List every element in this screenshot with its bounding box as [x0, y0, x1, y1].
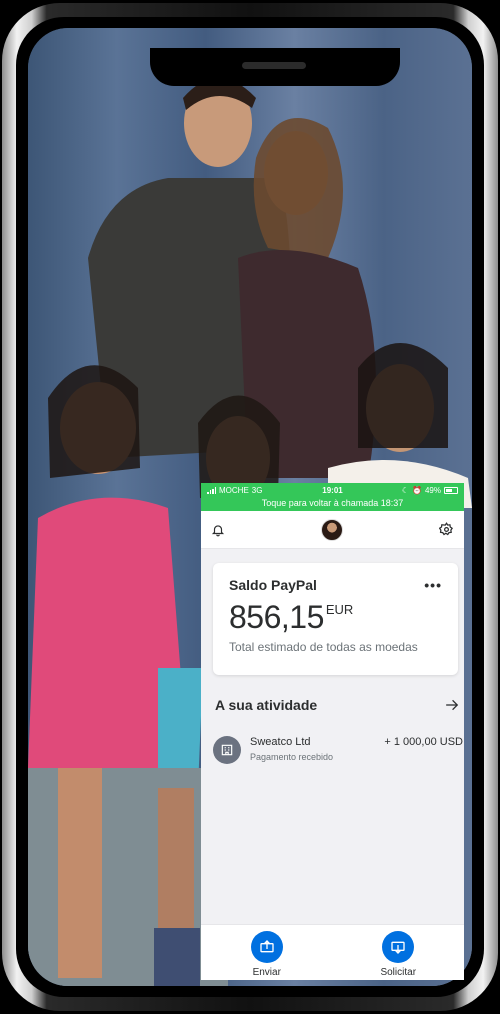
building-icon [213, 736, 241, 764]
phone-notch [150, 48, 400, 86]
arrow-right-icon[interactable] [445, 699, 459, 711]
more-options-icon[interactable]: ••• [424, 577, 442, 593]
app-header [201, 511, 464, 549]
balance-value: 856,15 EUR [229, 599, 442, 636]
request-icon [382, 931, 415, 963]
paypal-app: MOCHE 3G 19:01 ☾ ⏰ 49% Toque para voltar… [201, 483, 464, 980]
transaction-amount: + 1 000,00 USD [384, 736, 463, 748]
status-bar: MOCHE 3G 19:01 ☾ ⏰ 49% [201, 483, 464, 497]
transaction-text: Sweatco Ltd Pagamento recebido [250, 736, 384, 762]
status-time: 19:01 [322, 485, 343, 495]
bottom-nav: Enviar Solicitar [201, 924, 464, 980]
activity-title: A sua atividade [215, 697, 318, 713]
request-button[interactable]: Solicitar [353, 931, 443, 978]
balance-card[interactable]: Saldo PayPal ••• 856,15 EUR Total estima… [213, 563, 458, 675]
bell-icon[interactable] [211, 523, 225, 537]
avatar[interactable] [321, 518, 343, 541]
transaction-name: Sweatco Ltd [250, 736, 311, 748]
battery-icon [444, 486, 458, 494]
gear-icon[interactable] [439, 522, 454, 537]
balance-title: Saldo PayPal [229, 577, 317, 593]
transaction-subtitle: Pagamento recebido [250, 752, 334, 762]
balance-currency: EUR [325, 602, 354, 617]
send-label: Enviar [252, 967, 281, 978]
speaker-grille [242, 62, 306, 69]
activity-header[interactable]: A sua atividade [215, 697, 459, 713]
balance-amount: 856,15 [229, 599, 324, 635]
request-label: Solicitar [380, 967, 417, 978]
list-item[interactable]: Sweatco Ltd Pagamento recebido + 1 000,0… [213, 736, 463, 770]
return-to-call-banner[interactable]: Toque para voltar à chamada 18:37 [201, 497, 464, 511]
balance-subtitle: Total estimado de todas as moedas [229, 640, 418, 654]
send-button[interactable]: Enviar [222, 931, 312, 978]
send-icon [250, 931, 283, 963]
